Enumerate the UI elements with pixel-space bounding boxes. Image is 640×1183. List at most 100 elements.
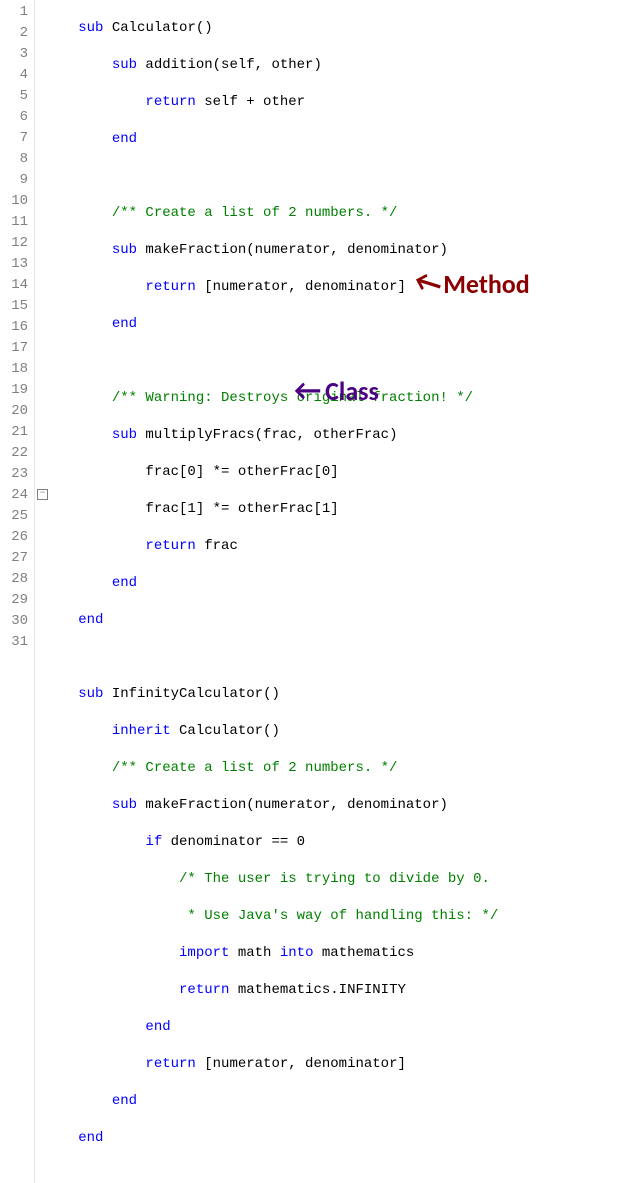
- code-line: sub multiplyFracs(frac, otherFrac): [53, 425, 498, 446]
- keyword: into: [280, 945, 314, 961]
- keyword: sub: [78, 20, 103, 36]
- annotation-method: ↖ Method: [416, 268, 530, 300]
- keyword: inherit: [112, 723, 171, 739]
- code-line: frac[1] *= otherFrac[1]: [53, 499, 498, 520]
- line-number: 13: [4, 254, 28, 275]
- code-line: end: [53, 314, 498, 335]
- line-number: 21: [4, 422, 28, 443]
- code-area[interactable]: sub Calculator() sub addition(self, othe…: [49, 0, 498, 1183]
- fold-marker-icon[interactable]: −: [37, 489, 48, 500]
- code-text: [numerator, denominator]: [196, 279, 406, 295]
- fold-column: −: [35, 0, 49, 1183]
- code-line: [53, 647, 498, 668]
- keyword: return: [145, 94, 195, 110]
- code-line: /** Create a list of 2 numbers. */: [53, 758, 498, 779]
- keyword: return: [179, 982, 229, 998]
- keyword: sub: [78, 686, 103, 702]
- line-number: 26: [4, 527, 28, 548]
- keyword: return: [145, 279, 195, 295]
- code-line: [53, 351, 498, 372]
- keyword: end: [78, 1130, 103, 1146]
- code-line: import math into mathematics: [53, 943, 498, 964]
- line-number: 23: [4, 464, 28, 485]
- comment: /** Create a list of 2 numbers. */: [112, 760, 398, 776]
- line-number: 29: [4, 590, 28, 611]
- comment: /** Warning: Destroys original fraction!…: [112, 390, 473, 406]
- code-text: InfinityCalculator(): [103, 686, 279, 702]
- code-line: /** Create a list of 2 numbers. */: [53, 203, 498, 224]
- line-number: 17: [4, 338, 28, 359]
- line-number: 4: [4, 65, 28, 86]
- keyword: sub: [112, 797, 137, 813]
- code-line: end: [53, 573, 498, 594]
- code-text: addition(self, other): [137, 57, 322, 73]
- line-number: 6: [4, 107, 28, 128]
- code-text: [numerator, denominator]: [196, 1056, 406, 1072]
- code-line: sub InfinityCalculator(): [53, 684, 498, 705]
- code-line: [53, 166, 498, 187]
- line-number-gutter: 1 2 3 4 5 6 7 8 9 10 11 12 13 14 15 16 1…: [0, 0, 35, 1183]
- line-number: 10: [4, 191, 28, 212]
- line-number: 8: [4, 149, 28, 170]
- line-number: 11: [4, 212, 28, 233]
- arrow-icon: ↖: [410, 265, 446, 303]
- line-number: 31: [4, 632, 28, 653]
- code-text: denominator == 0: [162, 834, 305, 850]
- code-text: Calculator(): [171, 723, 280, 739]
- keyword: sub: [112, 57, 137, 73]
- keyword: end: [112, 316, 137, 332]
- code-text: frac: [196, 538, 238, 554]
- code-line: return self + other: [53, 92, 498, 113]
- code-text: mathematics: [313, 945, 414, 961]
- code-line: end: [53, 1128, 498, 1149]
- code-line: end: [53, 1091, 498, 1112]
- code-line: return [numerator, denominator]: [53, 1054, 498, 1075]
- code-text: multiplyFracs(frac, otherFrac): [137, 427, 397, 443]
- code-line: sub makeFraction(numerator, denominator): [53, 240, 498, 261]
- code-line: if denominator == 0: [53, 832, 498, 853]
- code-text: Calculator(): [103, 20, 212, 36]
- line-number: 3: [4, 44, 28, 65]
- line-number: 20: [4, 401, 28, 422]
- line-number: 28: [4, 569, 28, 590]
- comment: /* The user is trying to divide by 0.: [179, 871, 490, 887]
- code-text: makeFraction(numerator, denominator): [137, 797, 448, 813]
- line-number: 30: [4, 611, 28, 632]
- code-line: * Use Java's way of handling this: */: [53, 906, 498, 927]
- line-number: 19: [4, 380, 28, 401]
- annotation-label: Class: [325, 375, 379, 407]
- line-number: 14: [4, 275, 28, 296]
- comment: * Use Java's way of handling this: */: [179, 908, 498, 924]
- line-number: 7: [4, 128, 28, 149]
- code-text: mathematics.INFINITY: [229, 982, 405, 998]
- annotation-class: ← Class: [294, 375, 379, 407]
- line-number: 16: [4, 317, 28, 338]
- line-number: 22: [4, 443, 28, 464]
- code-text: math: [229, 945, 279, 961]
- code-line: /* The user is trying to divide by 0.: [53, 869, 498, 890]
- annotation-label: Method: [443, 268, 530, 300]
- keyword: if: [145, 834, 162, 850]
- line-number: 9: [4, 170, 28, 191]
- comment: /** Create a list of 2 numbers. */: [112, 205, 398, 221]
- keyword: end: [78, 612, 103, 628]
- keyword: end: [112, 131, 137, 147]
- keyword: sub: [112, 427, 137, 443]
- code-text: frac[1] *= otherFrac[1]: [145, 501, 338, 517]
- line-number: 24: [4, 485, 28, 506]
- code-text: makeFraction(numerator, denominator): [137, 242, 448, 258]
- code-line: sub Calculator(): [53, 18, 498, 39]
- keyword: end: [112, 575, 137, 591]
- code-editor: 1 2 3 4 5 6 7 8 9 10 11 12 13 14 15 16 1…: [0, 0, 640, 1183]
- code-line: sub makeFraction(numerator, denominator): [53, 795, 498, 816]
- line-number: 27: [4, 548, 28, 569]
- code-line: inherit Calculator(): [53, 721, 498, 742]
- code-text: frac[0] *= otherFrac[0]: [145, 464, 338, 480]
- line-number: 25: [4, 506, 28, 527]
- arrow-icon: ←: [294, 376, 321, 406]
- keyword: return: [145, 1056, 195, 1072]
- code-line: sub addition(self, other): [53, 55, 498, 76]
- code-line: end: [53, 610, 498, 631]
- keyword: return: [145, 538, 195, 554]
- line-number: 18: [4, 359, 28, 380]
